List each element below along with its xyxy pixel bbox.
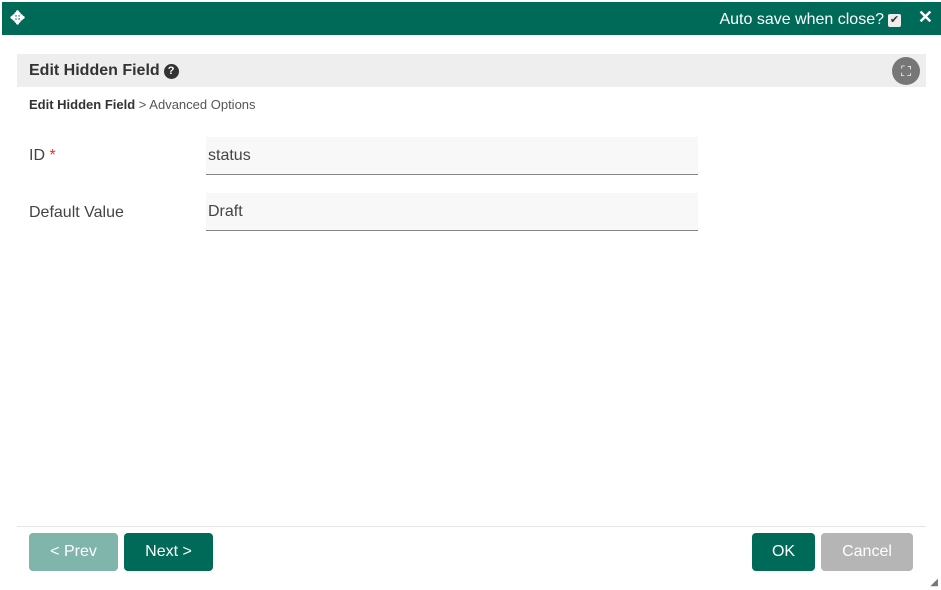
resize-handle-icon[interactable]: ◢ (930, 577, 938, 588)
cancel-button[interactable]: Cancel (821, 533, 913, 571)
prev-button[interactable]: < Prev (29, 533, 118, 571)
footer-divider (17, 526, 926, 527)
autosave-label: Auto save when close? (719, 11, 884, 28)
default-value-label: Default Value (29, 204, 124, 221)
dialog-header: Edit Hidden Field? ⛶ (17, 54, 926, 87)
id-label-text: ID (29, 147, 45, 164)
move-icon[interactable]: ✥ (10, 8, 25, 29)
page-title: Edit Hidden Field? (29, 62, 179, 80)
breadcrumb: Edit Hidden Field > Advanced Options (29, 97, 256, 112)
breadcrumb-separator: > (138, 97, 147, 112)
page-title-text: Edit Hidden Field (29, 62, 160, 79)
id-label: ID * (29, 147, 56, 165)
fullscreen-icon[interactable]: ⛶ (892, 57, 920, 85)
autosave-option[interactable]: Auto save when close? ✔ (719, 11, 901, 29)
autosave-checkbox[interactable]: ✔ (888, 13, 901, 27)
help-icon[interactable]: ? (163, 64, 179, 79)
close-icon[interactable]: ✕ (918, 7, 933, 28)
id-input[interactable] (206, 137, 698, 175)
default-value-input[interactable] (206, 193, 698, 231)
breadcrumb-next: Advanced Options (149, 97, 256, 112)
breadcrumb-current: Edit Hidden Field (29, 97, 136, 112)
required-marker: * (49, 147, 56, 164)
next-button[interactable]: Next > (124, 533, 213, 571)
ok-button[interactable]: OK (752, 533, 815, 571)
dialog-titlebar[interactable]: ✥ Auto save when close? ✔ ✕ (2, 2, 941, 35)
